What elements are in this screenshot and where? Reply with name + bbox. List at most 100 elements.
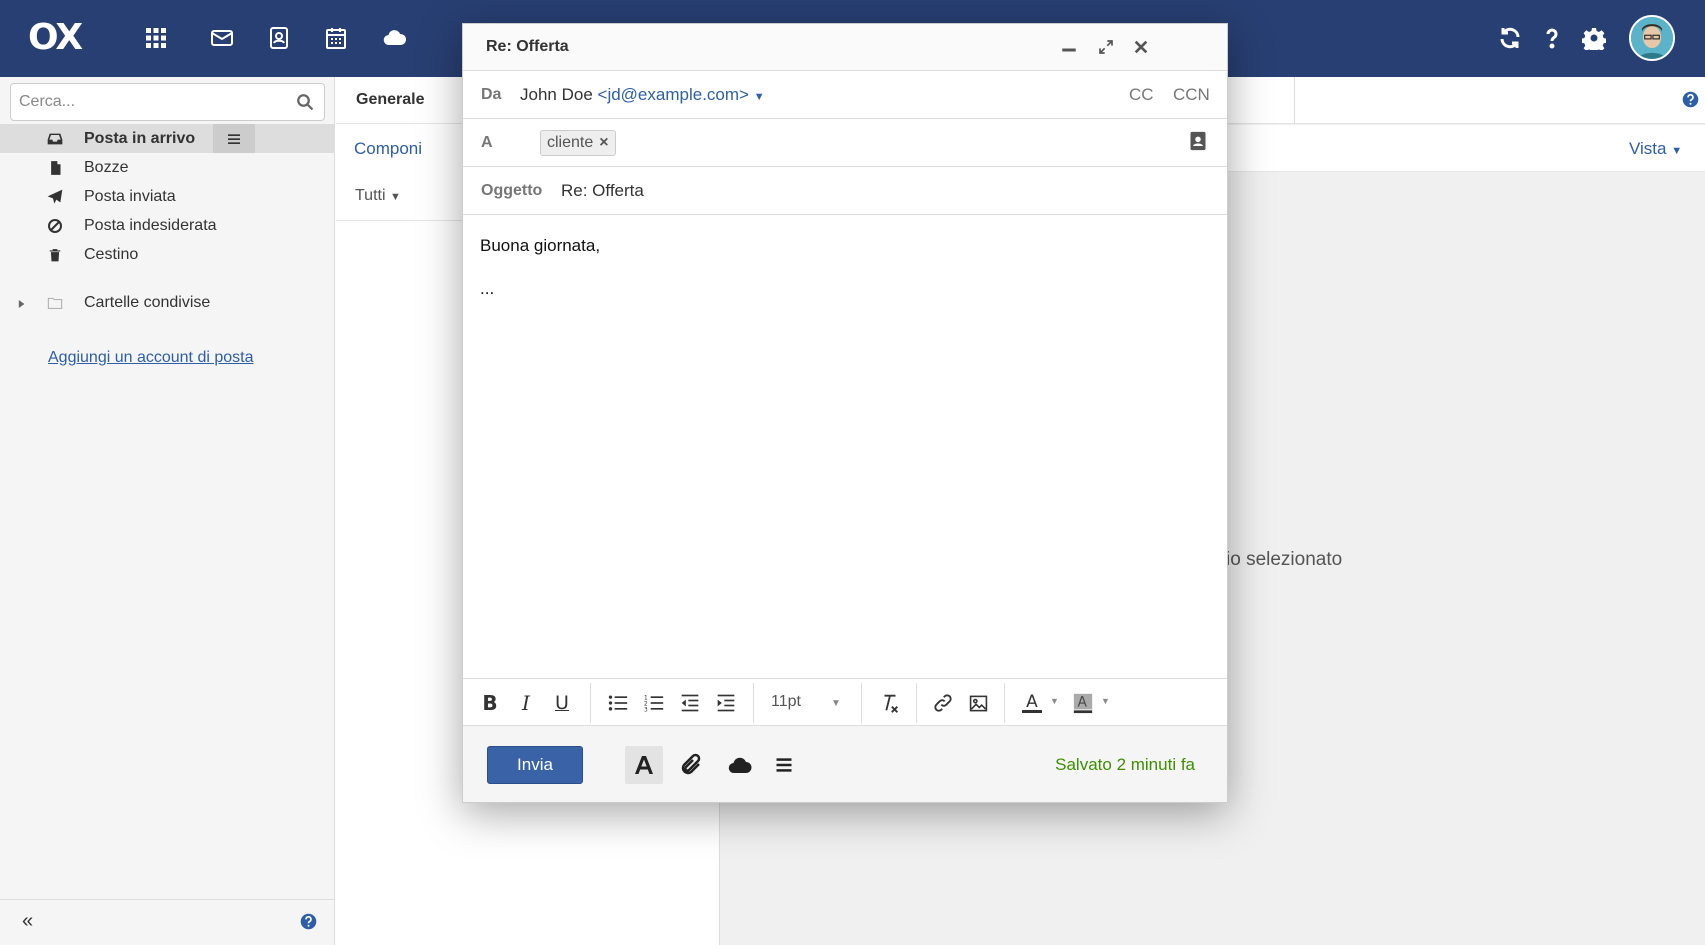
bcc-button[interactable]: CCN [1173, 85, 1210, 105]
compose-window: Re: Offerta Da John Doe <jd@example.com>… [462, 23, 1228, 803]
folder-label: Cartelle condivise [84, 293, 211, 311]
avatar[interactable] [1629, 15, 1675, 61]
folder-label: Cestino [84, 245, 139, 263]
folder-item-drafts[interactable]: Bozze [0, 153, 335, 182]
document-icon [46, 159, 64, 177]
help-circle-icon[interactable] [1682, 91, 1699, 108]
ox-logo[interactable]: OX [28, 20, 83, 56]
search-box [10, 83, 325, 121]
from-row: Da John Doe <jd@example.com> ▼ CC CCN [463, 71, 1227, 119]
folder-label: Bozze [84, 158, 129, 176]
folder-label: Posta inviata [84, 187, 176, 205]
blocked-icon [46, 217, 64, 235]
cloud-attachment-icon[interactable] [721, 746, 759, 784]
toolbar-separator [1004, 683, 1005, 723]
calendar-icon[interactable] [322, 24, 350, 52]
search-icon[interactable] [296, 93, 314, 111]
message-body-editor[interactable]: Buona giornata, ... [463, 216, 1227, 678]
help-icon[interactable] [1538, 24, 1566, 52]
text-formatting-icon[interactable] [625, 746, 663, 784]
folder-label: Posta indesiderata [84, 216, 217, 234]
compose-footer: Invia Salvato 2 minuti fa [463, 726, 1227, 802]
tab-generale[interactable]: Generale [356, 91, 424, 109]
no-message-selected-text: io selezionato [1226, 549, 1343, 570]
add-mail-account-link[interactable]: Aggiungi un account di posta [48, 349, 253, 367]
compose-button[interactable]: Componi [354, 139, 422, 159]
caret-down-icon: ▼ [1671, 145, 1683, 157]
bold-icon[interactable]: B [478, 691, 502, 715]
toolbar-separator [861, 683, 862, 723]
italic-icon[interactable]: I [514, 691, 538, 715]
view-dropdown[interactable]: Vista ▼ [1629, 139, 1682, 159]
sidebar-footer: « [0, 899, 335, 945]
attachment-icon[interactable] [672, 746, 710, 784]
remove-recipient-icon[interactable]: × [599, 134, 608, 151]
background-color-icon[interactable]: A [1071, 691, 1095, 715]
caret-down-icon[interactable]: ▼ [1050, 696, 1059, 706]
toolbar-separator [590, 683, 591, 723]
view-label: Vista [1629, 139, 1667, 158]
send-icon [46, 188, 64, 206]
numbered-list-icon[interactable]: 123 [642, 691, 666, 715]
compose-header: Re: Offerta [463, 24, 1227, 71]
font-size-dropdown[interactable]: 11pt ▼ [771, 693, 841, 711]
from-address: <jd@example.com> [597, 85, 749, 104]
indent-icon[interactable] [714, 691, 738, 715]
folder-menu-icon[interactable] [213, 124, 255, 153]
folder-item-sent[interactable]: Posta inviata [0, 182, 335, 211]
maximize-icon[interactable] [1095, 36, 1117, 58]
send-button[interactable]: Invia [487, 746, 583, 784]
collapse-sidebar-button[interactable]: « [22, 910, 33, 933]
body-text-line: ... [480, 279, 495, 298]
toolbar-separator [753, 683, 754, 723]
caret-down-icon[interactable]: ▼ [1101, 696, 1110, 706]
apps-grid-icon[interactable] [142, 24, 170, 52]
font-size-value: 11pt [771, 693, 801, 710]
refresh-icon[interactable] [1496, 24, 1524, 52]
to-row: A cliente × [463, 119, 1227, 167]
folder-item-inbox[interactable]: Posta in arrivo [0, 124, 335, 153]
insert-image-icon[interactable] [966, 691, 990, 715]
folder-sidebar: Posta in arrivo Bozze Posta inviata Post… [0, 77, 335, 945]
recipient-name: cliente [547, 134, 594, 151]
help-circle-icon[interactable] [300, 913, 318, 931]
caret-right-icon[interactable] [18, 297, 28, 309]
compose-title: Re: Offerta [486, 38, 569, 55]
bullet-list-icon[interactable] [606, 691, 630, 715]
filter-dropdown[interactable]: Tutti ▼ [355, 187, 401, 205]
folder-item-trash[interactable]: Cestino [0, 240, 335, 269]
cc-button[interactable]: CC [1129, 85, 1154, 105]
settings-gear-icon[interactable] [1580, 24, 1608, 52]
folder-item-spam[interactable]: Posta indesiderata [0, 211, 335, 240]
underline-icon[interactable]: U [550, 691, 574, 715]
trash-icon [46, 246, 64, 264]
toolbar-separator [916, 683, 917, 723]
close-icon[interactable] [1130, 36, 1152, 58]
caret-down-icon: ▼ [389, 191, 401, 203]
body-text-line: Buona giornata, [480, 236, 601, 255]
search-input[interactable] [11, 84, 281, 120]
addressbook-icon[interactable] [265, 24, 293, 52]
folder-item-shared[interactable]: Cartelle condivise [0, 288, 335, 317]
text-color-icon[interactable]: A [1020, 691, 1044, 715]
outdent-icon[interactable] [678, 691, 702, 715]
cloud-icon[interactable] [381, 24, 409, 52]
from-label: Da [481, 86, 502, 103]
link-icon[interactable] [931, 691, 955, 715]
recipient-token[interactable]: cliente × [540, 130, 616, 156]
clear-formatting-icon[interactable] [878, 691, 902, 715]
subject-label: Oggetto [481, 182, 543, 199]
more-options-icon[interactable] [765, 746, 803, 784]
from-selector[interactable]: John Doe <jd@example.com> ▼ [520, 85, 765, 105]
formatting-toolbar: B I U 123 11pt ▼ A ▼ A ▼ [463, 678, 1227, 726]
svg-text:3: 3 [644, 707, 648, 713]
subject-input[interactable]: Re: Offerta [561, 181, 644, 201]
addressbook-picker-icon[interactable] [1188, 130, 1210, 154]
mail-icon[interactable] [208, 24, 236, 52]
tab-divider [1294, 77, 1295, 124]
minimize-icon[interactable] [1058, 36, 1080, 58]
caret-down-icon: ▼ [830, 698, 841, 709]
svg-text:A: A [1078, 695, 1088, 711]
folder-icon [46, 294, 64, 312]
saved-status: Salvato 2 minuti fa [1055, 755, 1195, 774]
